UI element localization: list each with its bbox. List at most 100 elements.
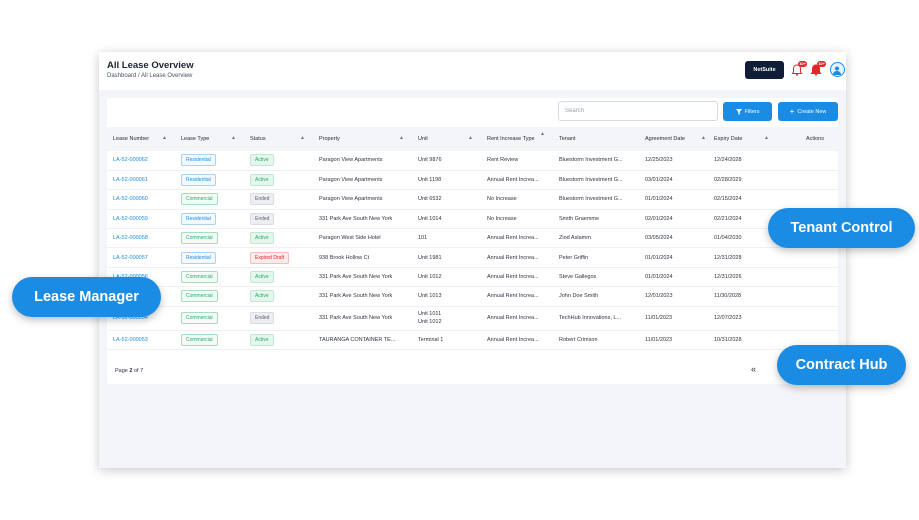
status-badge: Ended xyxy=(250,212,275,225)
alert-bell-icon[interactable]: 10+ xyxy=(809,61,826,77)
avatar[interactable] xyxy=(830,62,845,77)
unit-cell: Unit 9876 xyxy=(412,151,481,171)
table-header-row: Lease Number ▲ Lease Type ▲ Status ▲ Proper… xyxy=(107,127,838,151)
lease-type-tag: Residential xyxy=(181,154,216,167)
rent-increase-cell: Annual Rent Increa... xyxy=(481,286,553,307)
filters-button[interactable]: Filters xyxy=(723,102,772,121)
table-row[interactable]: LA-52-000054 Commercial Ended 331 Park Ave … xyxy=(107,306,838,331)
table-row[interactable]: LA-52-000055CommercialActive331 Park Ave… xyxy=(107,286,838,307)
expiry-date-cell: 02/28/2029 xyxy=(708,170,777,191)
property-cell: 331 Park Ave South New York xyxy=(313,267,412,288)
col-rent-increase-type[interactable]: Rent Increase Type ▲ xyxy=(481,127,553,151)
lease-number-link[interactable]: LA-52-000060 xyxy=(113,196,148,202)
tenant-cell: Bluestorm Investment G... xyxy=(553,151,639,171)
status-badge: Ended xyxy=(250,312,275,325)
col-lease-number[interactable]: Lease Number ▲ xyxy=(107,127,175,151)
col-agreement-date[interactable]: Agreement Date ▲ xyxy=(639,127,708,151)
tenant-cell: TechHub Innovations, L... xyxy=(553,306,639,331)
lease-type-tag: Commercial xyxy=(181,232,218,245)
col-tenant[interactable]: Tenant xyxy=(553,127,639,151)
pagination-label: Page 2 of 7 xyxy=(115,368,144,374)
table-row[interactable]: LA-52-000060 Commercial Ended Paragon View … xyxy=(107,189,838,210)
actions-cell[interactable] xyxy=(777,267,838,288)
unit-cell: Unit 1981 xyxy=(412,247,481,268)
actions-cell[interactable] xyxy=(777,306,838,331)
lease-type-tag: Commercial xyxy=(181,290,218,303)
actions-cell[interactable] xyxy=(777,247,838,268)
pager-prev-icon[interactable]: « xyxy=(751,364,756,374)
lease-number-link[interactable]: LA-52-000061 xyxy=(113,177,148,183)
tenant-cell: Bluestorm Investment G... xyxy=(553,170,639,191)
filters-label: Filters xyxy=(744,108,760,115)
agreement-date-cell: 01/01/2024 xyxy=(639,267,708,288)
rent-increase-cell: Annual Rent Increa... xyxy=(481,247,553,268)
table-row[interactable]: LA-52-000061 Residential Active Paragon Vie… xyxy=(107,170,838,191)
table-row[interactable]: LA-52-000058 Commercial Active Paragon West… xyxy=(107,228,838,249)
app-window: All Lease Overview Dashboard / All Lease… xyxy=(99,52,846,468)
expiry-date-cell: 02/21/2024 xyxy=(708,209,777,230)
col-unit[interactable]: Unit ▲ xyxy=(412,127,481,151)
filter-icon xyxy=(735,108,742,115)
expiry-date-cell: 12/31/2026 xyxy=(708,267,777,288)
lease-type-tag: Commercial xyxy=(181,333,218,346)
stage: All Lease Overview Dashboard / All Lease… xyxy=(0,0,919,520)
netsuite-button[interactable]: NetSuite xyxy=(745,61,784,79)
create-new-button[interactable]: + Create New xyxy=(778,102,838,121)
table-row[interactable]: LA-52-000062 Residential Active Paragon Vie… xyxy=(107,151,838,171)
status-badge: Active xyxy=(250,232,274,245)
sort-icon: ▲ xyxy=(162,135,167,141)
property-cell: Paragon West Side Hotel xyxy=(313,228,412,249)
sort-icon: ▲ xyxy=(399,135,404,141)
status-badge: Active xyxy=(250,154,274,167)
tenant-cell: Ziod Aslamm xyxy=(553,228,639,249)
col-lease-type[interactable]: Lease Type ▲ xyxy=(175,127,244,151)
user-icon xyxy=(833,66,841,75)
col-status[interactable]: Status ▲ xyxy=(244,127,313,151)
expiry-date-cell: 12/24/2028 xyxy=(708,151,777,171)
actions-cell[interactable] xyxy=(777,151,838,171)
lease-number-link[interactable]: LA-52-000059 xyxy=(113,216,148,222)
agreement-date-cell: 01/01/2024 xyxy=(639,247,708,268)
agreement-date-cell: 03/01/2024 xyxy=(639,170,708,191)
actions-cell[interactable] xyxy=(777,170,838,191)
expiry-date-cell: 12/31/2028 xyxy=(708,247,777,268)
sort-icon: ▲ xyxy=(540,131,545,137)
create-new-label: Create New xyxy=(797,108,827,115)
col-expiry-date[interactable]: Expiry Date ▲ xyxy=(708,127,777,151)
search-input[interactable] xyxy=(558,101,718,121)
page-title: All Lease Overview xyxy=(107,60,194,71)
actions-cell[interactable] xyxy=(777,286,838,307)
expiry-date-cell: 01/04/2030 xyxy=(708,228,777,249)
col-property[interactable]: Property ▲ xyxy=(313,127,412,151)
status-badge: Active xyxy=(250,333,274,346)
rent-increase-cell: Annual Rent Increa... xyxy=(481,330,553,351)
table-row[interactable]: LA-52-000059 Residential Ended 331 Park Ave… xyxy=(107,209,838,230)
lease-number-link[interactable]: LA-52-000057 xyxy=(113,255,148,261)
table-row[interactable]: LA-52-000053 Commercial Active TAURANGA CON… xyxy=(107,330,838,351)
expiry-date-cell: 10/31/2028 xyxy=(708,330,777,351)
property-cell: Paragon View Apartments xyxy=(313,170,412,191)
lease-number-link[interactable]: LA-52-000058 xyxy=(113,235,148,241)
lease-type-tag: Commercial xyxy=(181,271,218,284)
tenant-control-callout: Tenant Control xyxy=(768,208,915,248)
agreement-date-cell: 11/01/2023 xyxy=(639,306,708,331)
expiry-date-cell: 12/07/2023 xyxy=(708,306,777,331)
table-body: LA-52-000062 Residential Active Paragon Vie… xyxy=(107,151,838,351)
breadcrumb[interactable]: Dashboard / All Lease Overview xyxy=(107,73,192,79)
actions-cell[interactable] xyxy=(777,189,838,210)
lease-number-link[interactable]: LA-52-000062 xyxy=(113,157,148,163)
table-row[interactable]: LA-52-000056CommercialActive331 Park Ave… xyxy=(107,267,838,288)
unit-cell: Unit 1198 xyxy=(412,170,481,191)
property-cell: 331 Park Ave South New York xyxy=(313,286,412,307)
rent-increase-cell: No Increase xyxy=(481,209,553,230)
alert-badge: 10+ xyxy=(817,61,826,67)
tenant-cell: John Doe Smith xyxy=(553,286,639,307)
property-cell: Paragon View Apartments xyxy=(313,189,412,210)
notification-bell-icon[interactable]: 10+ xyxy=(790,61,807,77)
plus-icon: + xyxy=(789,106,795,116)
table-row[interactable]: LA-52-000057 Residential Expired Draft 938 … xyxy=(107,247,838,268)
agreement-date-cell: 03/05/2024 xyxy=(639,228,708,249)
lease-manager-callout: Lease Manager xyxy=(12,277,161,317)
lease-number-link[interactable]: LA-52-000053 xyxy=(113,337,148,343)
agreement-date-cell: 12/25/2023 xyxy=(639,151,708,171)
